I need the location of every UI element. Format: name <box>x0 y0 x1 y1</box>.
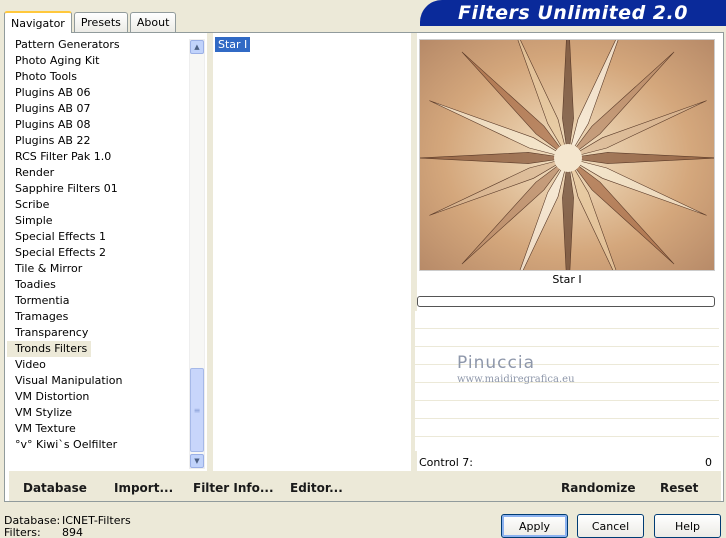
apply-button[interactable]: Apply <box>501 514 568 538</box>
splitter-left[interactable] <box>207 33 213 471</box>
chevron-up-icon: ▲ <box>194 43 200 51</box>
editor-button[interactable]: Editor... <box>290 481 343 495</box>
category-item[interactable]: Special Effects 1 <box>7 229 189 245</box>
preview-filter-name: Star I <box>552 273 582 286</box>
filters-count-value: 894 <box>62 526 83 538</box>
star-preview-art <box>420 40 714 270</box>
import-button[interactable]: Import... <box>114 481 173 495</box>
chevron-down-icon: ▼ <box>194 457 200 465</box>
star-core <box>554 144 582 172</box>
category-item[interactable]: Tramages <box>7 309 189 325</box>
filter-list[interactable]: Star I <box>215 37 411 469</box>
category-item[interactable]: VM Distortion <box>7 389 189 405</box>
navigator-panel: Pattern Generators Photo Aging Kit Photo T… <box>4 32 724 502</box>
filter-item-star-i[interactable]: Star I <box>215 37 251 52</box>
category-item[interactable]: Visual Manipulation <box>7 373 189 389</box>
category-item[interactable]: Scribe <box>7 197 189 213</box>
category-item[interactable]: Simple <box>7 213 189 229</box>
tab-about[interactable]: About <box>129 12 177 32</box>
tab-presets[interactable]: Presets <box>73 12 128 32</box>
control-7-label: Control 7: <box>419 456 473 469</box>
category-list[interactable]: Pattern Generators Photo Aging Kit Photo T… <box>7 37 189 469</box>
database-button[interactable]: Database <box>23 481 87 495</box>
category-item[interactable]: Tronds Filters <box>7 341 92 357</box>
tab-strip: Navigator Presets About <box>4 10 178 33</box>
category-item[interactable]: Photo Tools <box>7 69 189 85</box>
status-info: Database: ICNET-Filters Filters: 894 <box>4 515 131 538</box>
category-item[interactable]: Plugins AB 07 <box>7 101 189 117</box>
category-item[interactable]: Special Effects 2 <box>7 245 189 261</box>
preview-image <box>419 39 715 271</box>
category-scrollbar[interactable]: ▲ ≡ ▼ <box>189 39 205 469</box>
category-item[interactable]: Plugins AB 08 <box>7 117 189 133</box>
watermark: Pinuccia www.maidiregrafica.eu <box>457 353 617 385</box>
filter-info-button[interactable]: Filter Info... <box>193 481 274 495</box>
category-item[interactable]: Tormentia <box>7 293 189 309</box>
banner-title: Filters Unlimited 2.0 <box>458 2 688 24</box>
category-item[interactable]: Render <box>7 165 189 181</box>
category-item[interactable]: Sapphire Filters 01 <box>7 181 189 197</box>
grip-icon: ≡ <box>193 405 201 415</box>
reset-button[interactable]: Reset <box>660 481 698 495</box>
randomize-button[interactable]: Randomize <box>561 481 635 495</box>
category-item[interactable]: Pattern Generators <box>7 37 189 53</box>
watermark-url: www.maidiregrafica.eu <box>457 374 575 385</box>
category-item[interactable]: Video <box>7 357 189 373</box>
brand-banner: Filters Unlimited 2.0 <box>420 0 726 26</box>
progress-bar <box>417 296 715 307</box>
category-item[interactable]: Plugins AB 06 <box>7 85 189 101</box>
scroll-up-button[interactable]: ▲ <box>190 40 204 54</box>
category-item[interactable]: VM Texture <box>7 421 189 437</box>
scroll-down-button[interactable]: ▼ <box>190 454 204 468</box>
category-item[interactable]: Photo Aging Kit <box>7 53 189 69</box>
cancel-button[interactable]: Cancel <box>577 514 644 538</box>
action-bar: Database Import... Filter Info... Editor… <box>9 471 721 501</box>
category-item[interactable]: VM Stylize <box>7 405 189 421</box>
filters-count-label: Filters: <box>4 526 41 538</box>
scroll-thumb[interactable]: ≡ <box>190 368 204 452</box>
tab-navigator[interactable]: Navigator <box>4 11 72 33</box>
category-item[interactable]: Toadies <box>7 277 189 293</box>
help-button[interactable]: Help <box>654 514 721 538</box>
category-item[interactable]: Tile & Mirror <box>7 261 189 277</box>
category-item[interactable]: °v° Kiwi`s Oelfilter <box>7 437 189 453</box>
category-item[interactable]: Plugins AB 22 <box>7 133 189 149</box>
category-item[interactable]: Transparency <box>7 325 189 341</box>
control-7-value[interactable]: 0 <box>705 456 712 469</box>
watermark-name: Pinuccia <box>457 353 535 373</box>
category-item[interactable]: RCS Filter Pak 1.0 <box>7 149 189 165</box>
